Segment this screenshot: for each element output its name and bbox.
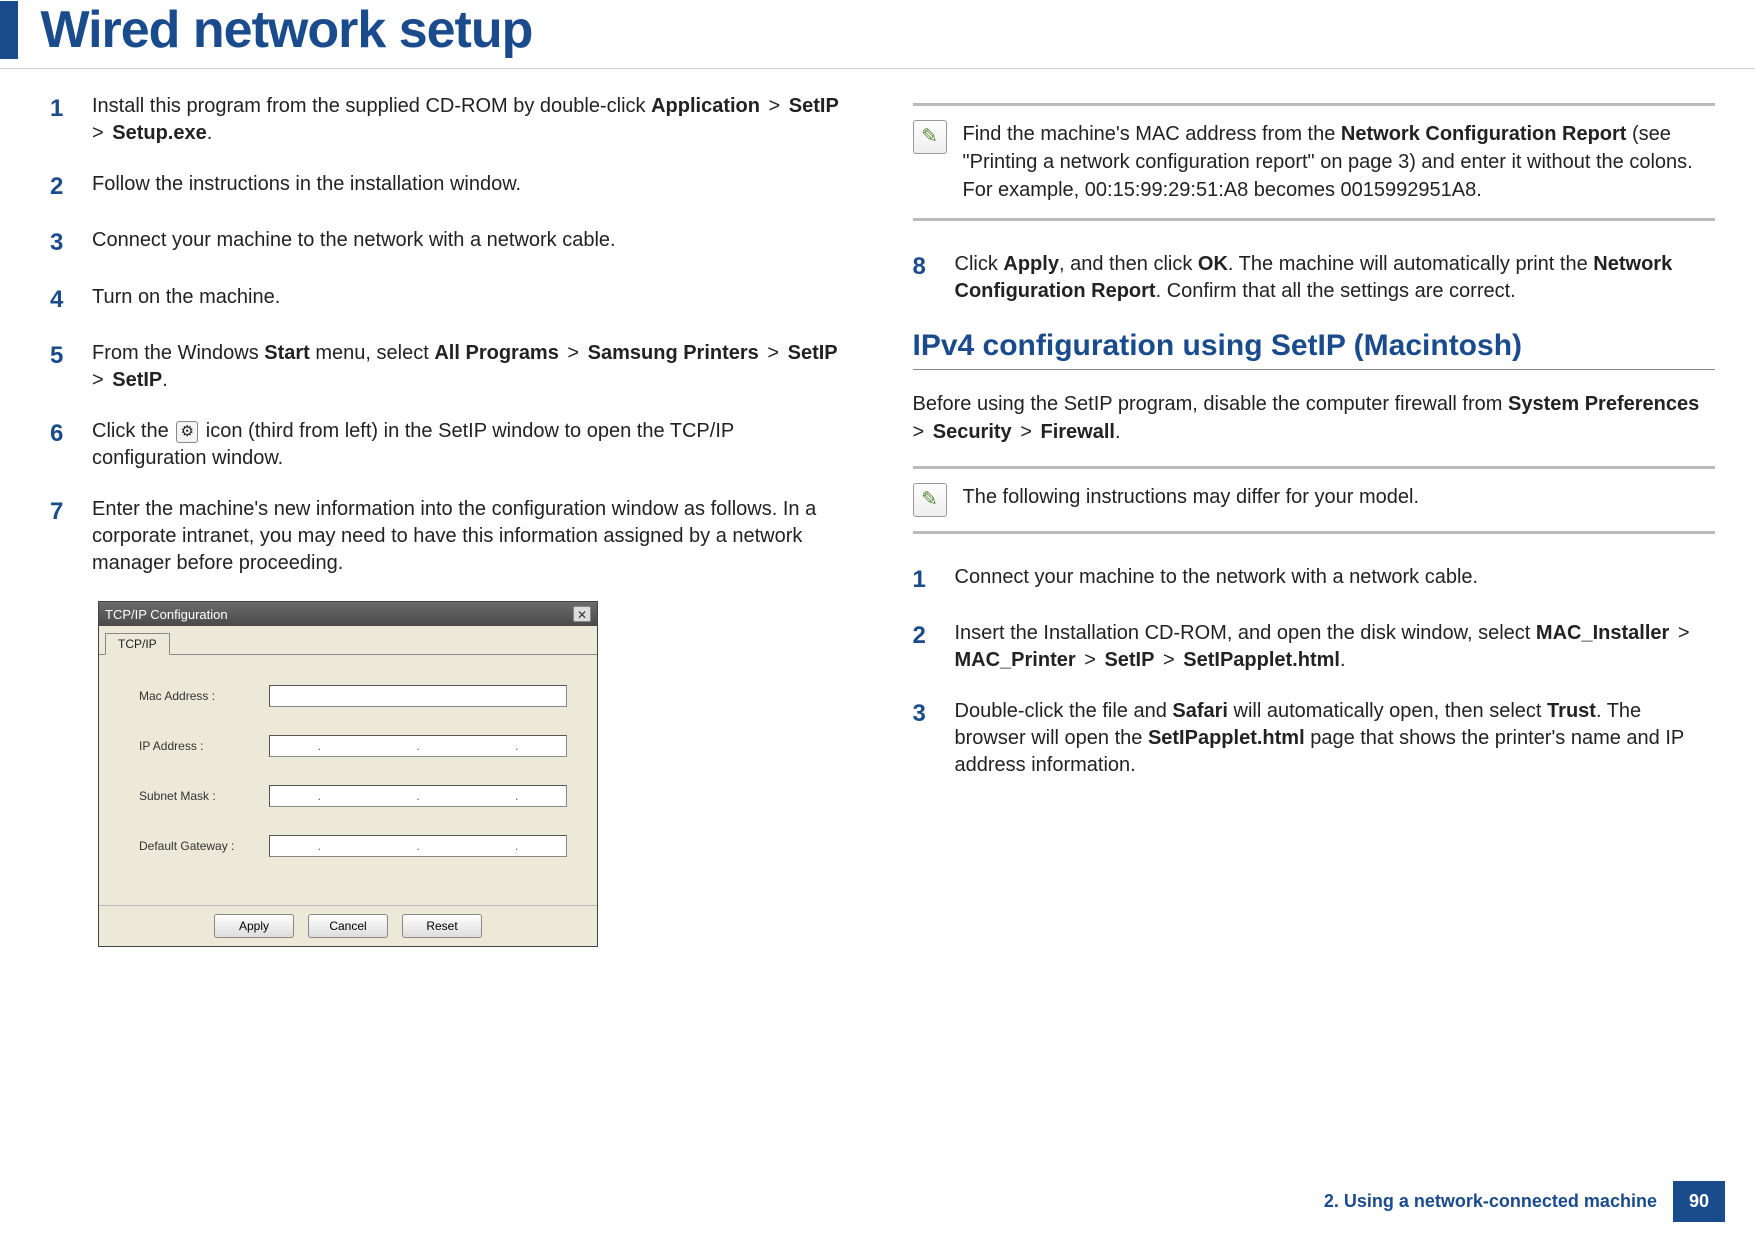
subheading-macintosh: IPv4 configuration using SetIP (Macintos… bbox=[913, 329, 1716, 370]
intro-paragraph: Before using the SetIP program, disable … bbox=[913, 390, 1716, 446]
ip-input[interactable]: ... bbox=[269, 735, 567, 757]
right-column: Find the machine's MAC address from the … bbox=[913, 93, 1716, 947]
step-text: Insert the Installation CD-ROM, and open… bbox=[955, 620, 1716, 674]
step-number: 6 bbox=[50, 418, 74, 472]
step-number: 1 bbox=[913, 564, 937, 596]
tcpip-dialog: TCP/IP Configuration ✕ TCP/IP Mac Addres… bbox=[98, 601, 598, 947]
step-number: 4 bbox=[50, 284, 74, 316]
step-text: Connect your machine to the network with… bbox=[92, 227, 616, 259]
mac-input[interactable] bbox=[269, 685, 567, 707]
dialog-title: TCP/IP Configuration bbox=[105, 607, 228, 622]
step-6: 6 Click the ⚙ icon (third from left) in … bbox=[50, 418, 853, 472]
step-number: 7 bbox=[50, 496, 74, 577]
note-text: Find the machine's MAC address from the … bbox=[963, 120, 1716, 204]
step-2: 2 Follow the instructions in the install… bbox=[50, 171, 853, 203]
chapter-label: 2. Using a network-connected machine bbox=[1308, 1181, 1673, 1222]
step-text: From the Windows Start menu, select All … bbox=[92, 340, 853, 394]
dialog-body: Mac Address : IP Address : ... Subnet Ma… bbox=[99, 655, 597, 905]
step-text: Turn on the machine. bbox=[92, 284, 280, 316]
mac-label: Mac Address : bbox=[139, 689, 269, 703]
apply-button[interactable]: Apply bbox=[214, 914, 294, 938]
header-accent-bar bbox=[0, 1, 18, 59]
gateway-label: Default Gateway : bbox=[139, 839, 269, 853]
step-number: 8 bbox=[913, 251, 937, 305]
step-number: 2 bbox=[50, 171, 74, 203]
step-text: Double-click the file and Safari will au… bbox=[955, 698, 1716, 779]
step-number: 1 bbox=[50, 93, 74, 147]
note-model-differ: The following instructions may differ fo… bbox=[913, 466, 1716, 534]
step-text: Connect your machine to the network with… bbox=[955, 564, 1479, 596]
step-number: 3 bbox=[50, 227, 74, 259]
note-text: The following instructions may differ fo… bbox=[963, 483, 1420, 517]
step-number: 3 bbox=[913, 698, 937, 779]
step-5: 5 From the Windows Start menu, select Al… bbox=[50, 340, 853, 394]
note-mac-address: Find the machine's MAC address from the … bbox=[913, 103, 1716, 221]
page-number: 90 bbox=[1673, 1181, 1725, 1222]
step-text: Follow the instructions in the installat… bbox=[92, 171, 521, 203]
tab-tcpip[interactable]: TCP/IP bbox=[105, 633, 170, 655]
gear-icon: ⚙ bbox=[176, 421, 198, 443]
ip-label: IP Address : bbox=[139, 739, 269, 753]
close-icon[interactable]: ✕ bbox=[573, 606, 591, 622]
step-8: 8 Click Apply, and then click OK. The ma… bbox=[913, 251, 1716, 305]
field-ip: IP Address : ... bbox=[139, 735, 567, 757]
cancel-button[interactable]: Cancel bbox=[308, 914, 388, 938]
subnet-input[interactable]: ... bbox=[269, 785, 567, 807]
gateway-input[interactable]: ... bbox=[269, 835, 567, 857]
step-7: 7 Enter the machine's new information in… bbox=[50, 496, 853, 577]
step-1: 1 Install this program from the supplied… bbox=[50, 93, 853, 147]
content-columns: 1 Install this program from the supplied… bbox=[0, 93, 1755, 947]
left-column: 1 Install this program from the supplied… bbox=[50, 93, 853, 947]
pencil-note-icon bbox=[913, 120, 947, 154]
mac-step-2: 2 Insert the Installation CD-ROM, and op… bbox=[913, 620, 1716, 674]
field-mac: Mac Address : bbox=[139, 685, 567, 707]
dialog-button-row: Apply Cancel Reset bbox=[99, 905, 597, 946]
pencil-note-icon bbox=[913, 483, 947, 517]
mac-step-1: 1 Connect your machine to the network wi… bbox=[913, 564, 1716, 596]
reset-button[interactable]: Reset bbox=[402, 914, 482, 938]
step-text: Click Apply, and then click OK. The mach… bbox=[955, 251, 1716, 305]
dialog-tab-row: TCP/IP bbox=[99, 626, 597, 655]
step-number: 2 bbox=[913, 620, 937, 674]
step-4: 4 Turn on the machine. bbox=[50, 284, 853, 316]
dialog-titlebar: TCP/IP Configuration ✕ bbox=[99, 602, 597, 626]
step-text: Install this program from the supplied C… bbox=[92, 93, 853, 147]
page-footer: 2. Using a network-connected machine 90 bbox=[1308, 1181, 1725, 1222]
step-number: 5 bbox=[50, 340, 74, 394]
page-header: Wired network setup bbox=[0, 0, 1755, 69]
field-gateway: Default Gateway : ... bbox=[139, 835, 567, 857]
page-title: Wired network setup bbox=[40, 0, 532, 60]
step-text: Enter the machine's new information into… bbox=[92, 496, 853, 577]
field-subnet: Subnet Mask : ... bbox=[139, 785, 567, 807]
subnet-label: Subnet Mask : bbox=[139, 789, 269, 803]
step-3: 3 Connect your machine to the network wi… bbox=[50, 227, 853, 259]
step-text: Click the ⚙ icon (third from left) in th… bbox=[92, 418, 853, 472]
mac-step-3: 3 Double-click the file and Safari will … bbox=[913, 698, 1716, 779]
